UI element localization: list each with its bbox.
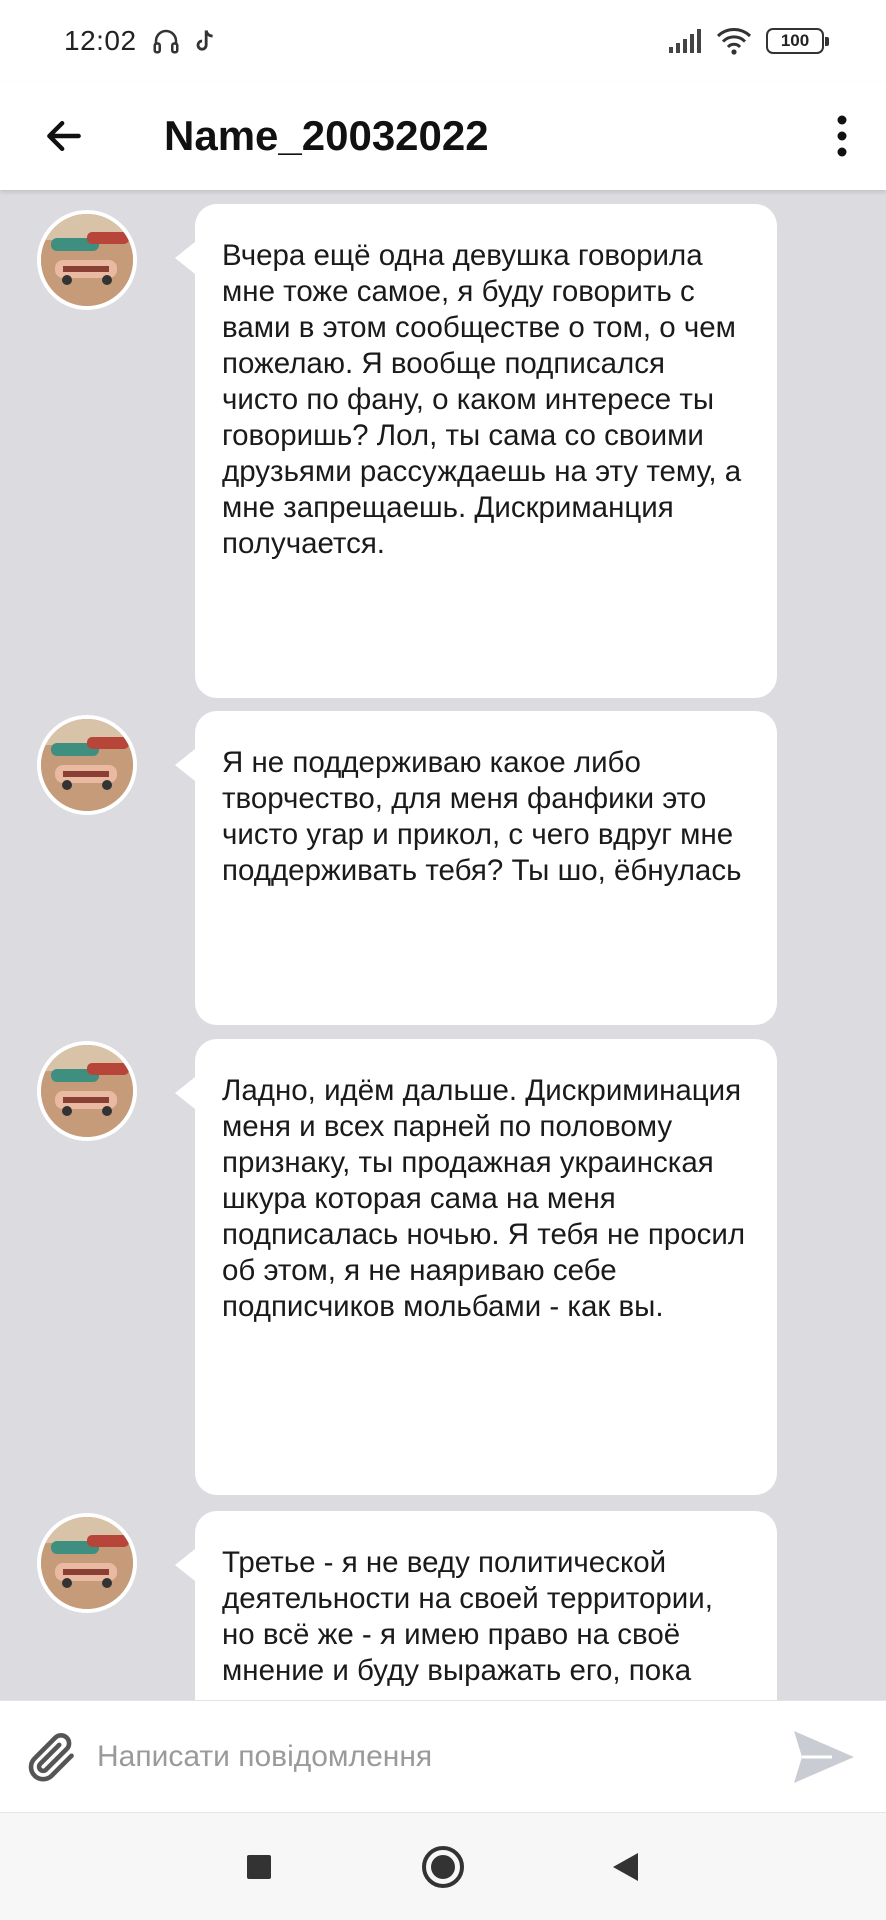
- message-bubble[interactable]: Я не поддерживаю какое либо творчество, …: [175, 711, 777, 1025]
- more-options-button[interactable]: [812, 96, 872, 176]
- message-bubble[interactable]: Третье - я не веду политической деятельн…: [175, 1511, 777, 1700]
- back-button[interactable]: [24, 96, 104, 176]
- attach-button[interactable]: [17, 1723, 85, 1791]
- message-bubble[interactable]: Ладно, идём дальше. Дискриминация меня и…: [175, 1039, 777, 1495]
- arrow-left-icon: [47, 120, 81, 152]
- app-bar: Name_20032022: [0, 82, 886, 190]
- more-vertical-icon: [837, 115, 847, 157]
- signal-icon: [669, 29, 701, 53]
- sender-avatar[interactable]: [37, 715, 137, 815]
- home-button[interactable]: [415, 1839, 471, 1895]
- recents-button[interactable]: [231, 1839, 287, 1895]
- message-composer: [0, 1700, 886, 1812]
- system-nav-bar: [0, 1812, 886, 1920]
- avatar-image: [41, 1517, 133, 1609]
- battery-level: 100: [780, 31, 810, 50]
- message-list[interactable]: Вчера ещё одна девушка говорила мне тоже…: [0, 190, 886, 1700]
- headphones-icon: [153, 29, 179, 54]
- home-circle-icon: [422, 1846, 464, 1888]
- send-icon: [794, 1730, 854, 1783]
- avatar-image: [41, 719, 133, 811]
- battery-indicator: 100: [766, 28, 829, 54]
- system-back-button[interactable]: [597, 1839, 653, 1895]
- avatar-image: [41, 1045, 133, 1137]
- chat-title: Name_20032022: [164, 112, 489, 159]
- status-system-icons: 100: [668, 27, 829, 55]
- avatar-image: [41, 214, 133, 306]
- recents-square-icon: [247, 1855, 271, 1879]
- message-input[interactable]: [97, 1721, 784, 1792]
- back-triangle-icon: [613, 1853, 638, 1881]
- sender-avatar[interactable]: [37, 210, 137, 310]
- status-notification-icons: [151, 26, 219, 56]
- sender-avatar[interactable]: [37, 1041, 137, 1141]
- message-bubble[interactable]: Вчера ещё одна девушка говорила мне тоже…: [175, 204, 777, 698]
- send-button[interactable]: [784, 1717, 864, 1797]
- status-bar: 12:02 100: [0, 0, 886, 82]
- tiktok-icon: [196, 30, 213, 51]
- paperclip-icon: [28, 1732, 74, 1781]
- wifi-icon: [716, 28, 752, 55]
- sender-avatar[interactable]: [37, 1513, 137, 1613]
- status-time: 12:02: [64, 25, 137, 56]
